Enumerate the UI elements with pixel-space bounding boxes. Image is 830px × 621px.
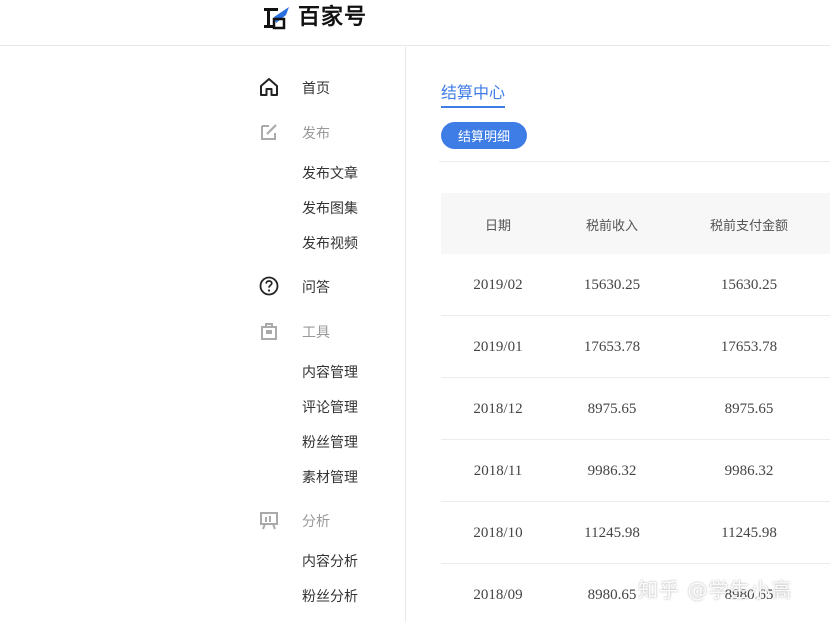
sidebar-item-label: 首页 (302, 81, 330, 97)
sidebar-item-qa[interactable]: 问答 (258, 273, 330, 299)
cell-date: 2019/02 (473, 277, 523, 293)
sidebar-group-label: 发布 (302, 126, 330, 142)
sidebar-item-material-management[interactable]: 素材管理 (302, 467, 358, 487)
cell-pretax-payment: 8975.65 (724, 401, 774, 417)
sidebar-item-fan-management[interactable]: 粉丝管理 (302, 432, 358, 452)
column-header-pretax-payment: 税前支付金额 (709, 219, 788, 234)
tab-settlement-center[interactable]: 结算中心 (441, 79, 505, 103)
top-bar: 百家号 (0, 0, 830, 46)
sidebar-item-fan-analysis[interactable]: 粉丝分析 (302, 586, 358, 606)
cell-date: 2019/01 (473, 339, 523, 355)
edit-icon (261, 124, 277, 140)
baijiahao-logo-icon (264, 7, 289, 30)
question-circle-icon (259, 276, 279, 296)
cell-pretax-payment: 17653.78 (720, 339, 778, 355)
sidebar-group-label: 工具 (302, 325, 330, 341)
home-icon (260, 78, 278, 96)
brand-name: 百家号 (298, 5, 368, 30)
sidebar-item-home[interactable]: 首页 (258, 74, 330, 100)
sidebar-item-publish-gallery[interactable]: 发布图集 (302, 198, 358, 218)
divider (439, 161, 830, 162)
cell-date: 2018/10 (473, 525, 523, 541)
sidebar-group-analysis[interactable]: 分析 (258, 507, 330, 533)
bag-icon (261, 323, 277, 340)
table-row: 2018/11 9986.32 9986.32 (441, 440, 830, 502)
sidebar-item-publish-article[interactable]: 发布文章 (302, 163, 358, 183)
table-row: 2018/10 11245.98 11245.98 (441, 502, 830, 564)
sidebar-item-publish-video[interactable]: 发布视频 (302, 233, 358, 253)
cell-pretax-payment: 11245.98 (721, 525, 777, 541)
settlement-detail-button[interactable]: 结算明细 (441, 122, 527, 149)
cell-pretax-income: 8975.65 (587, 401, 637, 417)
sidebar-item-content-management[interactable]: 内容管理 (302, 362, 358, 382)
sidebar-group-tools[interactable]: 工具 (258, 318, 330, 344)
cell-pretax-income: 9986.32 (587, 463, 637, 479)
column-header-pretax-income: 税前收入 (585, 219, 638, 234)
cell-pretax-payment: 9986.32 (724, 463, 774, 479)
sidebar-group-label: 分析 (302, 514, 330, 530)
table-header: 日期 税前收入 税前支付金额 (441, 193, 830, 254)
active-tab-indicator (441, 106, 505, 108)
cell-date: 2018/09 (473, 587, 523, 603)
sidebar: 首页 发布 发布文章 发布图集 发布视频 问答 工具 内容管理 评论管理 粉丝管… (0, 47, 406, 621)
cell-pretax-income: 17653.78 (583, 339, 641, 355)
sidebar-item-content-analysis[interactable]: 内容分析 (302, 551, 358, 571)
table-row: 2019/02 15630.25 15630.25 (441, 254, 830, 316)
cell-date: 2018/12 (473, 401, 523, 417)
zhihu-watermark: 知乎 @学生小高 (638, 578, 793, 602)
sidebar-group-publish[interactable]: 发布 (258, 119, 330, 145)
cell-pretax-payment: 15630.25 (720, 277, 778, 293)
column-header-date: 日期 (484, 219, 511, 234)
sidebar-item-comment-management[interactable]: 评论管理 (302, 397, 358, 417)
presentation-chart-icon (260, 512, 278, 530)
cell-pretax-income: 11245.98 (584, 525, 640, 541)
table-row: 2018/12 8975.65 8975.65 (441, 378, 830, 440)
cell-date: 2018/11 (473, 463, 523, 479)
table-row: 2019/01 17653.78 17653.78 (441, 316, 830, 378)
cell-pretax-income: 15630.25 (583, 277, 641, 293)
brand-logo[interactable]: 百家号 (262, 4, 367, 32)
sidebar-item-label: 问答 (302, 280, 330, 296)
main-content: 结算中心 结算明细 日期 税前收入 税前支付金额 2019/02 15630.2… (407, 47, 830, 621)
